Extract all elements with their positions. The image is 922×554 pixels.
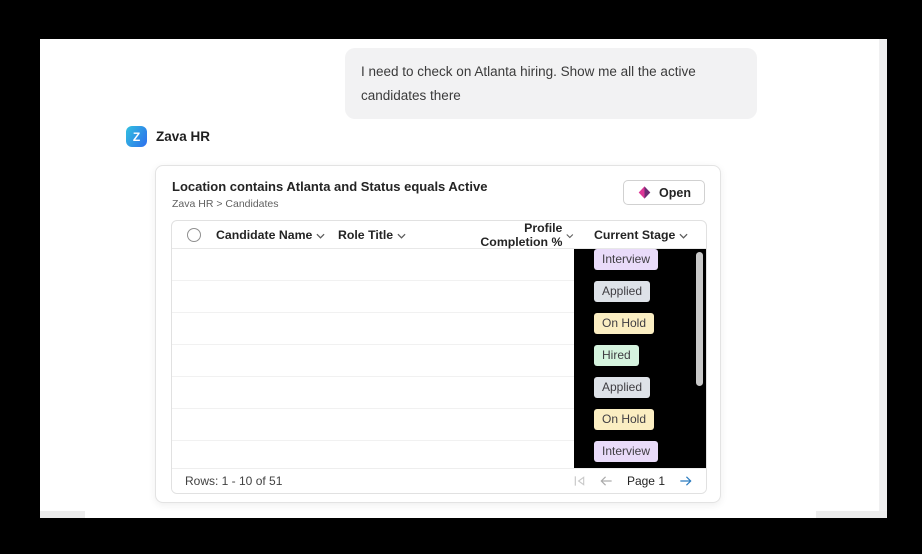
open-button[interactable]: Open xyxy=(623,180,705,205)
table-row[interactable]: Ethan Sherman Product Manager 29 On Hold xyxy=(172,313,706,345)
app-canvas: I need to check on Atlanta hiring. Show … xyxy=(40,39,887,518)
table-row[interactable]: Emily Cook Product Manager 13 Interview xyxy=(172,441,706,470)
user-message-bubble: I need to check on Atlanta hiring. Show … xyxy=(345,48,757,119)
chevron-down-icon xyxy=(679,233,688,239)
previous-page-button[interactable] xyxy=(599,475,614,487)
stage-badge: Interview xyxy=(594,441,658,462)
results-card: Location contains Atlanta and Status equ… xyxy=(155,165,721,503)
candidates-table: Candidate Name Role Title Profile Comple… xyxy=(171,220,707,494)
breadcrumb: Zava HR > Candidates xyxy=(172,198,487,210)
canvas-right-edge xyxy=(879,39,887,518)
chevron-down-icon xyxy=(566,233,574,239)
card-header-text: Location contains Atlanta and Status equ… xyxy=(172,179,487,210)
table-row[interactable]: Sophia Novak Program Manager 57 On Hold xyxy=(172,409,706,441)
column-header-candidate-name[interactable]: Candidate Name xyxy=(216,228,338,242)
table-footer: Rows: 1 - 10 of 51 Page 1 xyxy=(172,468,706,493)
table-header-row: Candidate Name Role Title Profile Comple… xyxy=(172,221,706,249)
agent-header: Z Zava HR xyxy=(126,126,210,147)
stage-badge: On Hold xyxy=(594,409,654,430)
stage-badge: Hired xyxy=(594,345,639,366)
bottom-left-strip xyxy=(40,511,85,518)
table-row[interactable]: Leah Bowen Technical Writer 6 Applied xyxy=(172,377,706,409)
table-body: Leah Phillips Technical Writer 43 Interv… xyxy=(172,249,706,470)
first-page-button[interactable] xyxy=(573,475,586,487)
zava-hr-avatar-icon: Z xyxy=(126,126,147,147)
select-all-checkbox[interactable] xyxy=(187,228,201,242)
agent-name: Zava HR xyxy=(156,129,210,144)
pagination: Page 1 xyxy=(573,474,693,488)
chevron-down-icon xyxy=(397,233,406,239)
table-scrollbar[interactable] xyxy=(696,252,703,386)
user-message-text: I need to check on Atlanta hiring. Show … xyxy=(361,64,696,103)
screenshot-stage: I need to check on Atlanta hiring. Show … xyxy=(0,0,922,554)
card-title: Location contains Atlanta and Status equ… xyxy=(172,179,487,194)
table-row[interactable]: Alex Cooper Product Manager 91 Hired xyxy=(172,345,706,377)
column-header-current-stage[interactable]: Current Stage xyxy=(574,228,688,242)
stage-badge: Applied xyxy=(594,377,650,398)
avatar-letter: Z xyxy=(133,130,140,144)
column-header-role-title[interactable]: Role Title xyxy=(338,228,458,242)
stage-badge: Interview xyxy=(594,249,658,270)
table-row[interactable]: Sophia Turner Systems Analyst 83 Applied xyxy=(172,281,706,313)
column-header-profile-completion[interactable]: Profile Completion % xyxy=(458,221,574,249)
stage-badge: Applied xyxy=(594,281,650,302)
stage-badge: On Hold xyxy=(594,313,654,334)
next-page-button[interactable] xyxy=(678,475,693,487)
table-row[interactable]: Leah Phillips Technical Writer 43 Interv… xyxy=(172,249,706,281)
chevron-down-icon xyxy=(316,233,325,239)
rows-count-label: Rows: 1 - 10 of 51 xyxy=(185,474,282,488)
page-label: Page 1 xyxy=(627,474,665,488)
header-check-cell xyxy=(172,228,216,242)
open-button-label: Open xyxy=(659,186,691,200)
power-apps-icon xyxy=(637,185,652,200)
bottom-right-strip xyxy=(816,511,887,518)
card-header: Location contains Atlanta and Status equ… xyxy=(156,166,720,220)
